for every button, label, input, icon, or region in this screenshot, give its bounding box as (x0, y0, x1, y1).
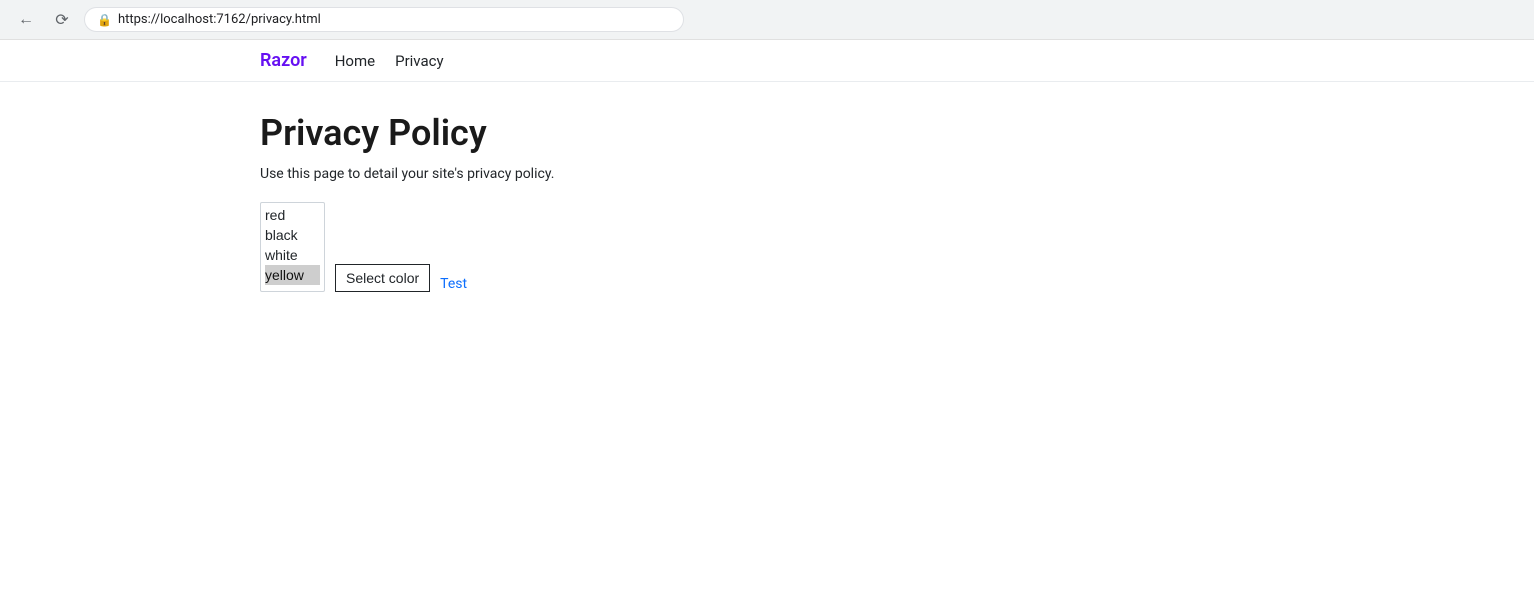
navbar-brand[interactable]: Razor (260, 50, 307, 71)
color-select[interactable]: red black white yellow (260, 202, 325, 292)
address-bar: 🔒 https://localhost:7162/privacy.html (84, 7, 684, 32)
page-title: Privacy Policy (260, 112, 900, 154)
test-link[interactable]: Test (440, 276, 467, 292)
back-button[interactable]: ← (12, 6, 40, 34)
option-red[interactable]: red (265, 205, 320, 225)
navbar-link-home[interactable]: Home (335, 52, 375, 70)
page-subtitle: Use this page to detail your site's priv… (260, 166, 900, 182)
main-content: Privacy Policy Use this page to detail y… (0, 82, 900, 292)
address-url: https://localhost:7162/privacy.html (118, 12, 321, 27)
browser-chrome: ← ⟳ 🔒 https://localhost:7162/privacy.htm… (0, 0, 1534, 40)
page-content: Razor Home Privacy Privacy Policy Use th… (0, 40, 1534, 292)
form-area: red black white yellow Select color Test (260, 202, 900, 292)
option-black[interactable]: black (265, 225, 320, 245)
option-white[interactable]: white (265, 245, 320, 265)
navbar-link-privacy[interactable]: Privacy (395, 52, 443, 70)
navbar: Razor Home Privacy (0, 40, 1534, 82)
lock-icon: 🔒 (97, 13, 112, 27)
refresh-button[interactable]: ⟳ (48, 6, 76, 34)
option-yellow[interactable]: yellow (265, 265, 320, 285)
select-color-button[interactable]: Select color (335, 264, 430, 292)
